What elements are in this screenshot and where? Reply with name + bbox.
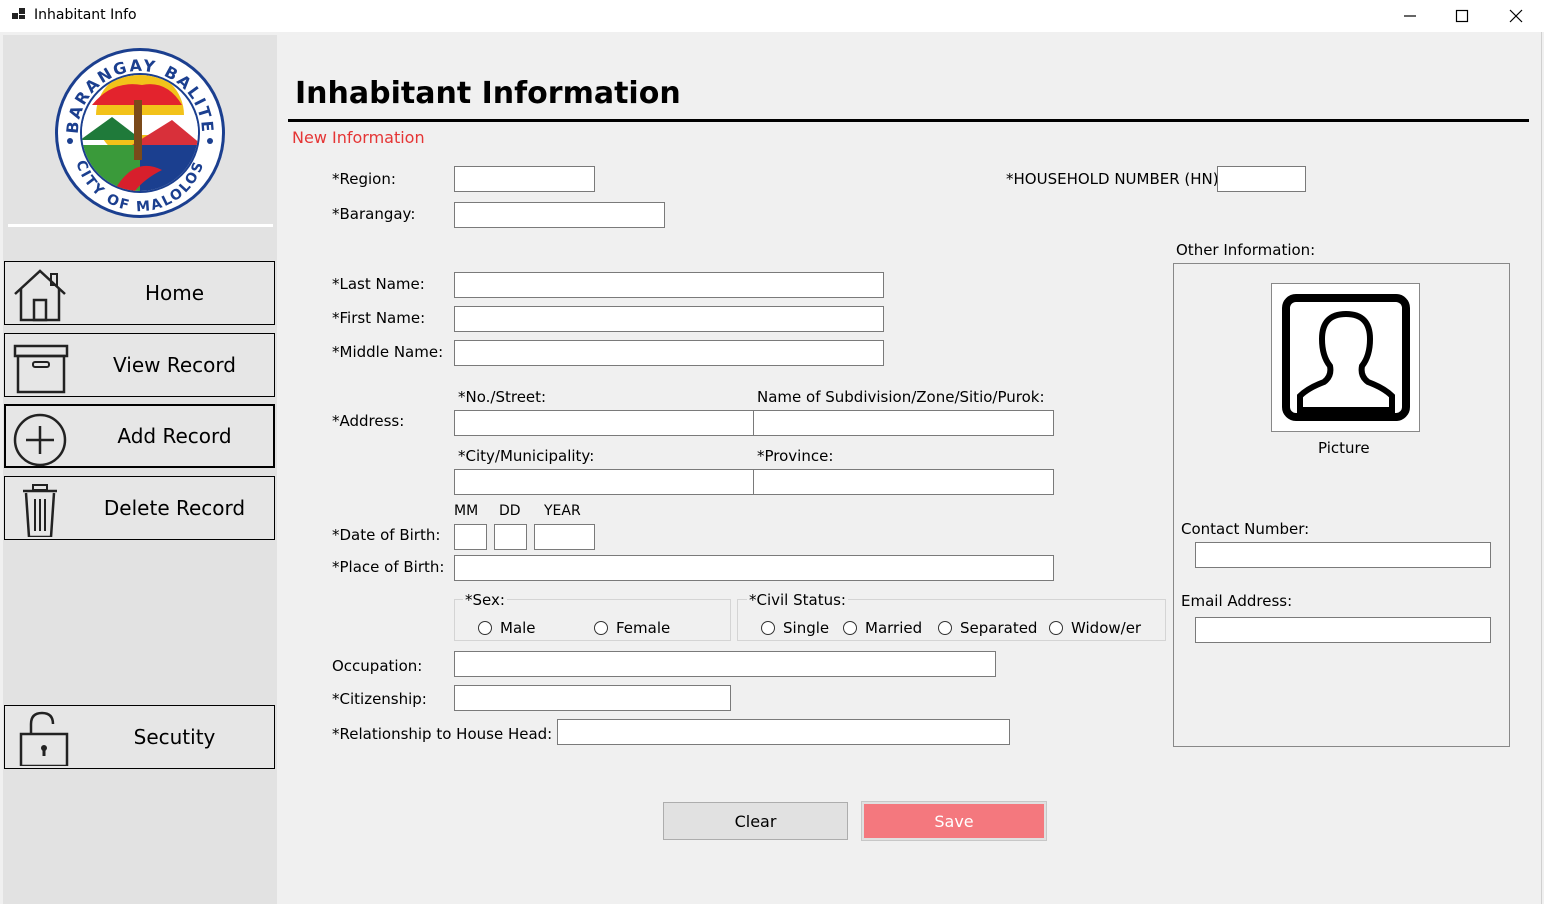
civil-option-separated[interactable]: Separated — [938, 619, 1037, 637]
form-subtitle: New Information — [292, 128, 425, 147]
radio-circle-icon — [843, 621, 857, 635]
minimize-icon — [1404, 15, 1416, 17]
first-name-input[interactable] — [454, 306, 884, 332]
subdivision-label: Name of Subdivision/Zone/Sitio/Purok: — [757, 388, 1045, 406]
contact-number-input[interactable] — [1195, 542, 1491, 568]
maximize-button[interactable] — [1436, 0, 1488, 32]
region-input[interactable] — [454, 166, 595, 192]
year-input[interactable] — [534, 524, 595, 550]
logo-divider — [8, 224, 273, 227]
month-input[interactable] — [454, 524, 487, 550]
sex-option-male[interactable]: Male — [478, 619, 536, 637]
relationship-label: *Relationship to House Head: — [332, 725, 553, 743]
close-button[interactable] — [1490, 0, 1542, 32]
trash-icon — [23, 484, 57, 537]
relationship-input[interactable] — [557, 719, 1010, 745]
sidebar-item-home[interactable]: Home — [4, 261, 275, 325]
occupation-label: Occupation: — [332, 657, 423, 675]
city-label: *City/Municipality: — [458, 447, 595, 465]
household-number-label: *HOUSEHOLD NUMBER (HN): — [1006, 170, 1224, 188]
day-label: DD — [499, 503, 521, 519]
sidebar-item-security[interactable]: Secutity — [4, 705, 275, 769]
sidebar-item-label: View Record — [113, 353, 236, 377]
last-name-label: *Last Name: — [332, 275, 425, 293]
clear-button[interactable]: Clear — [663, 802, 848, 840]
save-button[interactable]: Save — [861, 801, 1047, 841]
house-icon — [14, 269, 66, 322]
barangay-label: *Barangay: — [332, 205, 416, 223]
window-title: Inhabitant Info — [34, 7, 137, 23]
province-input[interactable] — [753, 469, 1054, 495]
sidebar-item-view-record[interactable]: View Record — [4, 333, 275, 397]
title-bar: Inhabitant Info — [0, 0, 1544, 32]
archive-box-icon — [13, 344, 69, 394]
radio-circle-icon — [1049, 621, 1063, 635]
sidebar-item-label: Add Record — [117, 424, 232, 448]
citizenship-input[interactable] — [454, 685, 731, 711]
window-edge — [1541, 32, 1542, 904]
lock-icon — [19, 711, 69, 766]
civil-option-widower[interactable]: Widow/er — [1049, 619, 1141, 637]
plus-circle-icon — [13, 413, 67, 466]
civil-option-married[interactable]: Married — [843, 619, 922, 637]
picture-label: Picture — [1318, 439, 1370, 457]
radio-label: Separated — [960, 619, 1038, 637]
place-of-birth-input[interactable] — [454, 555, 1054, 581]
date-of-birth-label: *Date of Birth: — [332, 526, 441, 544]
city-input[interactable] — [454, 469, 755, 495]
sidebar-item-label: Delete Record — [103, 496, 246, 520]
occupation-input[interactable] — [454, 651, 996, 677]
radio-label: Male — [500, 619, 536, 637]
radio-circle-icon — [938, 621, 952, 635]
radio-label: Female — [616, 619, 671, 637]
sex-option-female[interactable]: Female — [594, 619, 670, 637]
sidebar-item-label: Secutity — [133, 725, 216, 749]
civil-status-group-label: *Civil Status: — [747, 591, 848, 609]
radio-label: Single — [783, 619, 830, 637]
sidebar-item-add-record[interactable]: Add Record — [4, 404, 275, 468]
sex-group-label: *Sex: — [463, 591, 507, 609]
person-silhouette-icon — [1282, 294, 1410, 421]
sidebar-item-delete-record[interactable]: Delete Record — [4, 476, 275, 540]
region-label: *Region: — [332, 170, 396, 188]
email-address-label: Email Address: — [1181, 592, 1293, 610]
citizenship-label: *Citizenship: — [332, 690, 427, 708]
contact-number-label: Contact Number: — [1181, 520, 1310, 538]
radio-circle-icon — [594, 621, 608, 635]
picture-box[interactable] — [1271, 283, 1420, 432]
radio-circle-icon — [478, 621, 492, 635]
province-label: *Province: — [757, 447, 834, 465]
radio-label: Widow/er — [1071, 619, 1142, 637]
minimize-button[interactable] — [1384, 0, 1436, 32]
middle-name-label: *Middle Name: — [332, 343, 444, 361]
barangay-logo: BARANGAY BALITE CITY OF MALOLOS — [55, 48, 225, 218]
close-icon — [1509, 9, 1523, 23]
radio-label: Married — [865, 619, 923, 637]
app-icon — [12, 8, 25, 19]
title-divider — [288, 119, 1529, 122]
address-label: *Address: — [332, 412, 405, 430]
street-label: *No./Street: — [458, 388, 547, 406]
maximize-icon — [1455, 9, 1469, 23]
email-address-input[interactable] — [1195, 617, 1491, 643]
sidebar-item-label: Home — [144, 281, 205, 305]
other-information-label: Other Information: — [1176, 241, 1316, 259]
street-input[interactable] — [454, 410, 755, 436]
barangay-input[interactable] — [454, 202, 665, 228]
subdivision-input[interactable] — [753, 410, 1054, 436]
household-number-input[interactable] — [1217, 166, 1306, 192]
civil-option-single[interactable]: Single — [761, 619, 829, 637]
day-input[interactable] — [494, 524, 527, 550]
page-title: Inhabitant Information — [295, 76, 681, 111]
middle-name-input[interactable] — [454, 340, 884, 366]
radio-circle-icon — [761, 621, 775, 635]
first-name-label: *First Name: — [332, 309, 426, 327]
place-of-birth-label: *Place of Birth: — [332, 558, 445, 576]
year-label: YEAR — [544, 503, 581, 519]
last-name-input[interactable] — [454, 272, 884, 298]
month-label: MM — [454, 503, 479, 519]
